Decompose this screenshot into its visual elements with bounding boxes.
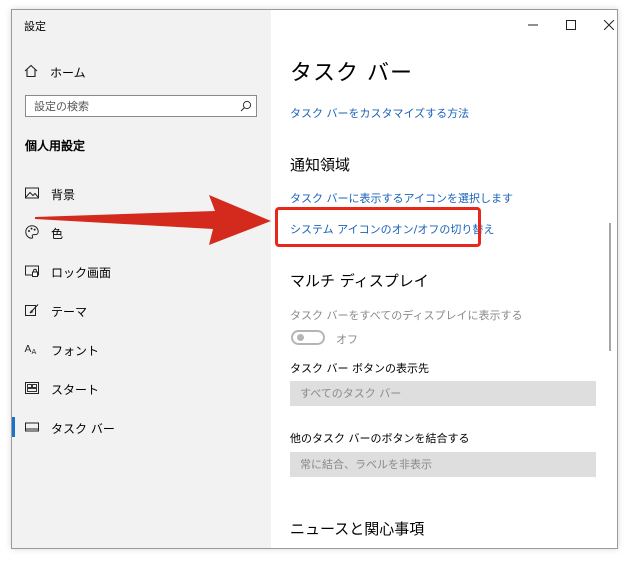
sidebar-item-label: ホーム xyxy=(50,65,86,80)
svg-text:A: A xyxy=(32,348,37,356)
settings-window: 設定 ホーム 個人用設定 背景 色 xyxy=(11,9,618,549)
combine-buttons-label: 他のタスク バーのボタンを結合する xyxy=(290,432,470,445)
app-title: 設定 xyxy=(24,20,46,33)
sidebar: 設定 ホーム 個人用設定 背景 色 xyxy=(12,10,271,548)
close-button[interactable] xyxy=(598,16,617,34)
section-title: 個人用設定 xyxy=(25,139,86,153)
scrollbar[interactable] xyxy=(609,223,611,351)
active-indicator xyxy=(12,417,15,437)
sidebar-item-home[interactable]: ホーム xyxy=(24,61,264,83)
show-on-all-displays-label: タスク バーをすべてのディスプレイに表示する xyxy=(290,309,523,322)
news-heading: ニュースと関心事項 xyxy=(290,520,425,538)
start-icon xyxy=(24,380,40,396)
toggle-knob xyxy=(297,334,304,341)
sidebar-item-start[interactable]: スタート xyxy=(12,375,271,401)
sidebar-item-label: スタート xyxy=(51,383,100,397)
svg-text:A: A xyxy=(25,344,32,355)
sidebar-item-lock-screen[interactable]: ロック画面 xyxy=(12,258,271,284)
lock-screen-icon xyxy=(24,263,40,279)
red-arrow-icon xyxy=(35,195,271,245)
combine-buttons-dropdown[interactable]: 常に結合、ラベルを非表示 xyxy=(290,452,596,477)
maximize-button[interactable] xyxy=(560,16,582,34)
sidebar-item-label: ロック画面 xyxy=(51,266,112,280)
show-buttons-dropdown[interactable]: すべてのタスク バー xyxy=(290,381,596,406)
sidebar-item-taskbar[interactable]: タスク バー xyxy=(12,414,271,440)
notification-area-heading: 通知領域 xyxy=(290,156,351,174)
main-panel: タスク バー タスク バーをカスタマイズする方法 通知領域 タスク バーに表示す… xyxy=(271,10,617,548)
multi-display-heading: マルチ ディスプレイ xyxy=(290,272,429,290)
sidebar-item-label: フォント xyxy=(51,344,100,358)
search-input[interactable] xyxy=(26,98,236,114)
search-box[interactable] xyxy=(25,95,257,117)
select-icons-link[interactable]: タスク バーに表示するアイコンを選択します xyxy=(290,190,513,206)
home-icon xyxy=(24,63,38,82)
theme-icon xyxy=(24,302,40,318)
show-on-all-displays-toggle[interactable] xyxy=(291,330,325,345)
minimize-button[interactable] xyxy=(522,16,544,34)
sidebar-item-label: タスク バー xyxy=(51,422,115,436)
toggle-state-label: オフ xyxy=(336,333,358,346)
search-icon[interactable] xyxy=(236,96,256,116)
sidebar-item-label: テーマ xyxy=(51,305,88,319)
highlight-box xyxy=(275,207,481,247)
taskbar-icon xyxy=(24,419,40,435)
font-icon: AA xyxy=(24,341,40,357)
customize-taskbar-link[interactable]: タスク バーをカスタマイズする方法 xyxy=(290,105,469,121)
sidebar-item-theme[interactable]: テーマ xyxy=(12,297,271,323)
show-buttons-label: タスク バー ボタンの表示先 xyxy=(290,362,429,375)
page-title: タスク バー xyxy=(290,61,413,86)
sidebar-item-font[interactable]: AA フォント xyxy=(12,336,271,362)
